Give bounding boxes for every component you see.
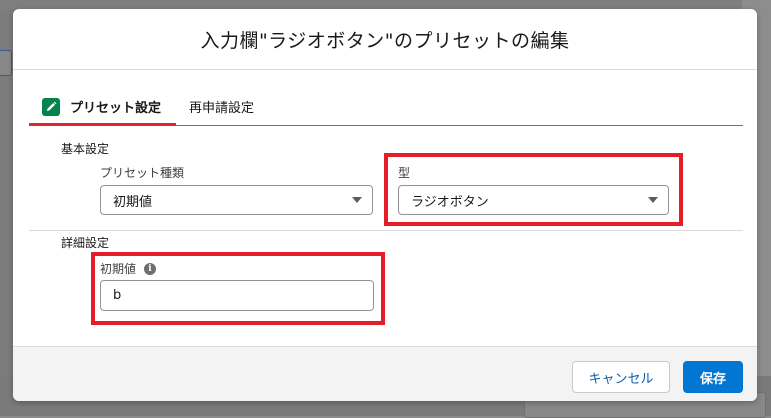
section-detail-settings: 詳細設定 bbox=[61, 236, 110, 250]
highlight-box-type bbox=[384, 153, 683, 226]
modal-footer: キャンセル 保存 bbox=[13, 346, 757, 401]
cancel-button[interactable]: キャンセル bbox=[572, 361, 670, 393]
modal-header: 入力欄"ラジオボタン"のプリセットの編集 bbox=[13, 9, 757, 70]
tab-reapply-settings[interactable]: 再申請設定 bbox=[189, 89, 279, 124]
tab-preset-settings-label: プリセット設定 bbox=[70, 101, 162, 116]
save-button[interactable]: 保存 bbox=[683, 361, 743, 393]
tab-bar: プリセット設定 再申請設定 bbox=[29, 89, 743, 126]
preset-type-select[interactable]: 初期値 bbox=[100, 185, 373, 215]
section-divider bbox=[29, 230, 743, 231]
chevron-down-icon bbox=[352, 197, 362, 203]
preset-type-value: 初期値 bbox=[113, 194, 153, 210]
background-left-control bbox=[0, 50, 12, 76]
tab-reapply-settings-label: 再申請設定 bbox=[189, 101, 255, 116]
pencil-icon bbox=[42, 97, 60, 116]
edit-preset-modal: 入力欄"ラジオボタン"のプリセットの編集 プリセット設定 再申請設定 基本設定 … bbox=[13, 9, 757, 401]
highlight-box-initial-value bbox=[91, 252, 385, 325]
section-basic-settings: 基本設定 bbox=[61, 142, 110, 156]
modal-title: 入力欄"ラジオボタン"のプリセットの編集 bbox=[200, 29, 570, 52]
preset-type-label: プリセット種類 bbox=[100, 166, 185, 180]
tab-preset-settings[interactable]: プリセット設定 bbox=[29, 89, 176, 126]
